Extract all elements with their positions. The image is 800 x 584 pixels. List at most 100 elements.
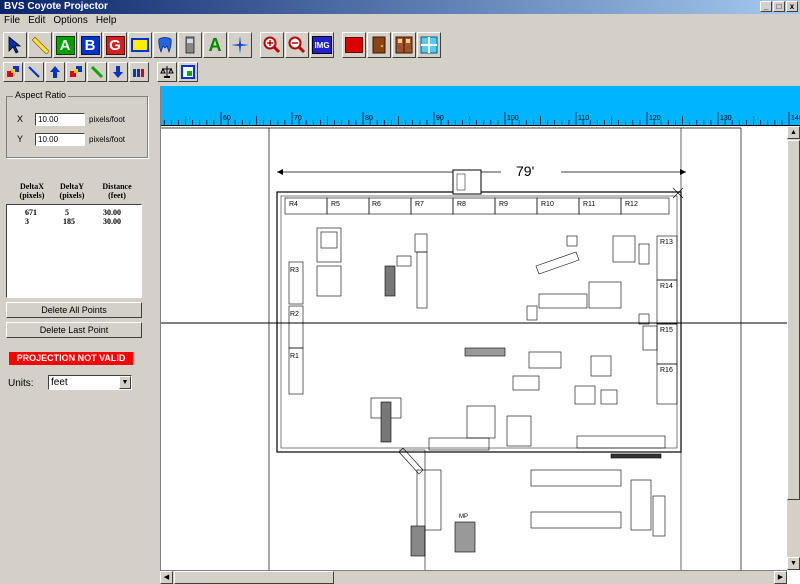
room-r3: R3 — [290, 267, 299, 274]
y-unit-label: pixels/foot — [89, 135, 126, 144]
y-label: Y — [17, 134, 24, 144]
door-button[interactable] — [367, 32, 391, 58]
room-r2: R2 — [290, 311, 299, 318]
horizontal-scroll-thumb[interactable] — [174, 571, 334, 584]
minimize-button[interactable]: _ — [760, 1, 772, 12]
room-r7: R7 — [415, 201, 424, 208]
room-r5: R5 — [331, 201, 340, 208]
measure-tool-button[interactable] — [28, 32, 52, 58]
projection-status-badge: PROJECTION NOT VALID — [9, 352, 133, 365]
maximize-button[interactable]: □ — [773, 1, 785, 12]
point-b-button[interactable]: B — [78, 32, 102, 58]
tool-down-button[interactable] — [108, 62, 128, 82]
vertical-scrollbar[interactable]: ▲ ▼ — [787, 126, 800, 570]
tool-pencil-button[interactable] — [87, 62, 107, 82]
tooth-tool-button[interactable] — [153, 32, 177, 58]
x-ratio-input[interactable]: 10.00 — [35, 113, 85, 126]
right-rooms: R13 R14 R15 R16 — [656, 235, 678, 405]
people-icon — [133, 69, 144, 77]
x-unit-label: pixels/foot — [89, 115, 126, 124]
arrow-up-icon — [50, 66, 60, 78]
tool-people-button[interactable] — [129, 62, 149, 82]
phone-tool-button[interactable] — [178, 32, 202, 58]
point-g-button[interactable]: G — [103, 32, 127, 58]
zoom-in-button[interactable] — [260, 32, 284, 58]
dimension-label: 79' — [516, 163, 534, 179]
distance-header: Distance (feet) — [102, 182, 132, 200]
frame-button[interactable] — [178, 62, 198, 82]
window-button[interactable] — [417, 32, 441, 58]
tool-multi-red-button[interactable] — [3, 62, 23, 82]
scroll-right-icon[interactable]: ▶ — [774, 571, 787, 584]
text-a-icon: A — [208, 34, 222, 55]
row1-deltax: 671 — [25, 208, 37, 217]
tool-line-button[interactable] — [24, 62, 44, 82]
room-r10: R10 — [541, 201, 554, 208]
tool-blocks-button[interactable] — [66, 62, 86, 82]
close-button[interactable]: x — [786, 1, 798, 12]
left-panel: Aspect Ratio X 10.00 pixels/foot Y 10.00… — [0, 86, 158, 584]
select-tool-button[interactable] — [3, 32, 27, 58]
scroll-down-icon[interactable]: ▼ — [787, 557, 800, 570]
room-r14: R14 — [660, 283, 673, 290]
window-title: BVS Coyote Projector — [4, 1, 108, 12]
horizontal-scrollbar[interactable]: ◀ ▶ — [160, 570, 787, 584]
ruler-label: 130 — [720, 115, 732, 122]
delete-all-points-button[interactable]: Delete All Points — [6, 302, 142, 318]
furniture — [316, 227, 666, 570]
scale-button[interactable] — [157, 62, 177, 82]
mp-label: MP — [459, 514, 468, 520]
units-value: feet — [51, 377, 68, 388]
frame-tool-button[interactable] — [128, 32, 152, 58]
image-button[interactable]: IMG — [310, 32, 334, 58]
tooth-icon — [158, 37, 172, 54]
window-panes-icon — [420, 36, 438, 54]
double-door-button[interactable] — [392, 32, 416, 58]
ruler-icon — [31, 36, 49, 54]
text-tool-button[interactable]: A — [203, 32, 227, 58]
ruler-label: 80 — [365, 115, 373, 122]
red-fill-button[interactable] — [342, 32, 366, 58]
room-r6: R6 — [372, 201, 381, 208]
menu-file[interactable]: File — [4, 14, 20, 28]
menu-help[interactable]: Help — [96, 14, 117, 28]
pencil-icon — [90, 65, 104, 79]
deltax-header: DeltaX (pixels) — [19, 182, 45, 200]
y-ratio-input[interactable]: 10.00 — [35, 133, 85, 146]
frame-icon — [181, 65, 195, 79]
row1-deltay: 5 — [65, 208, 69, 217]
units-label: Units: — [8, 378, 34, 389]
room-r1: R1 — [290, 353, 299, 360]
ruler-label: 120 — [649, 115, 661, 122]
zoom-out-button[interactable] — [285, 32, 309, 58]
units-select[interactable]: feet ▼ — [48, 375, 132, 390]
letter-g-icon: G — [105, 35, 125, 55]
scale-balance-icon — [160, 66, 174, 78]
point-a-button[interactable]: A — [53, 32, 77, 58]
vertical-scroll-thumb[interactable] — [787, 140, 800, 500]
ruler-label: 60 — [223, 115, 231, 122]
chevron-down-icon[interactable]: ▼ — [119, 376, 131, 389]
points-list[interactable]: 671 5 30.00 3 185 30.00 — [6, 204, 142, 298]
aspect-ratio-label: Aspect Ratio — [13, 90, 69, 100]
secondary-toolbar — [0, 60, 198, 84]
scroll-up-icon[interactable]: ▲ — [787, 126, 800, 139]
crosshair-tool-button[interactable] — [228, 32, 252, 58]
room-r12: R12 — [625, 201, 638, 208]
crosshair-star-icon — [231, 36, 249, 54]
ruler-label: 110 — [578, 115, 589, 122]
title-bar: BVS Coyote Projector _ □ x — [0, 0, 800, 14]
canvas-area[interactable]: 60 70 80 90 100 110 120 130 140 79' R4 R5 R6 R7 … — [160, 86, 800, 584]
menu-options[interactable]: Options — [53, 14, 87, 28]
menu-edit[interactable]: Edit — [28, 14, 45, 28]
left-rooms: R3 R2 R1 — [288, 261, 304, 395]
row2-deltay: 185 — [63, 217, 75, 226]
scroll-left-icon[interactable]: ◀ — [160, 571, 173, 584]
deltay-header: DeltaY (pixels) — [59, 182, 85, 200]
floorplan-drawing[interactable]: 79' R4 R5 R6 R7 R8 R9 R10 R11 R12 R3 R2 … — [161, 126, 788, 570]
mobile-phone-icon — [185, 36, 195, 54]
letter-a-icon: A — [55, 35, 75, 55]
delete-last-point-button[interactable]: Delete Last Point — [6, 322, 142, 338]
pointer-arrow-icon — [8, 36, 22, 54]
tool-up-button[interactable] — [45, 62, 65, 82]
